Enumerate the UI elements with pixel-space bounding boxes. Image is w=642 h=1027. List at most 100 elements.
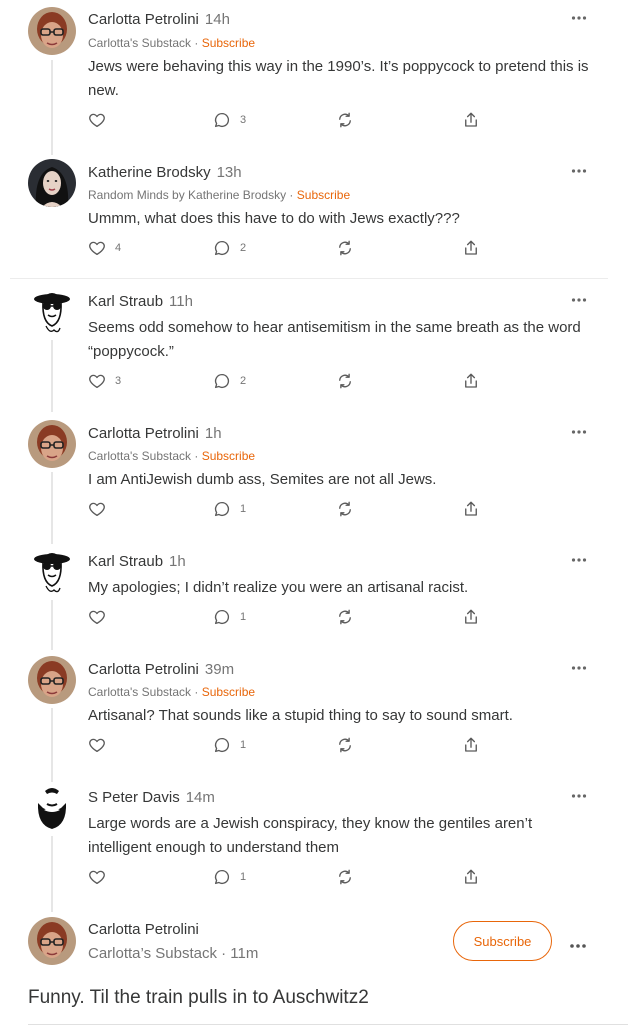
restack-icon bbox=[336, 111, 354, 129]
restack-button[interactable] bbox=[336, 110, 354, 130]
share-button[interactable] bbox=[462, 371, 480, 391]
like-button[interactable] bbox=[88, 607, 106, 627]
publication-row: Random Minds by Katherine Brodsky · Subs… bbox=[88, 187, 350, 203]
separator-dot: · bbox=[286, 188, 297, 202]
comment-icon bbox=[213, 111, 231, 129]
reply-button[interactable]: 1 bbox=[213, 867, 246, 887]
like-count: 4 bbox=[115, 242, 122, 254]
carlotta-avatar[interactable] bbox=[28, 7, 76, 55]
share-button[interactable] bbox=[462, 499, 480, 519]
carlotta-avatar[interactable] bbox=[28, 420, 76, 468]
more-options-icon[interactable] bbox=[571, 793, 589, 803]
more-options-icon[interactable] bbox=[569, 936, 587, 954]
katherine-avatar[interactable] bbox=[28, 159, 76, 207]
more-options-icon[interactable] bbox=[571, 557, 589, 567]
comment-time[interactable]: 1h bbox=[205, 425, 222, 442]
publication-name[interactable]: Carlotta's Substack bbox=[88, 685, 191, 699]
comment-author[interactable]: Carlotta Petrolini bbox=[88, 920, 199, 940]
comment-time[interactable]: 39m bbox=[205, 661, 234, 678]
share-button[interactable] bbox=[462, 238, 480, 258]
like-button[interactable] bbox=[88, 110, 106, 130]
comment-time[interactable]: 14m bbox=[186, 789, 215, 806]
comment-author[interactable]: Carlotta Petrolini bbox=[88, 11, 199, 28]
publication-name[interactable]: Carlotta's Substack bbox=[88, 449, 191, 463]
reply-button[interactable]: 2 bbox=[213, 371, 246, 391]
comment-icon bbox=[213, 868, 231, 886]
reply-button[interactable]: 3 bbox=[213, 110, 246, 130]
like-count: 3 bbox=[115, 375, 122, 387]
thread-line bbox=[51, 60, 53, 155]
comment-actions: 1 bbox=[88, 499, 488, 519]
more-options-icon[interactable] bbox=[571, 665, 589, 675]
share-icon bbox=[462, 372, 480, 390]
like-button[interactable]: 4 bbox=[88, 238, 121, 258]
share-icon bbox=[462, 868, 480, 886]
comment-time[interactable]: 13h bbox=[217, 164, 242, 181]
reply-count: 2 bbox=[240, 242, 247, 254]
more-options-icon[interactable] bbox=[571, 297, 589, 307]
thread-line bbox=[51, 600, 53, 650]
reply-count: 1 bbox=[240, 739, 247, 751]
comment-author[interactable]: Katherine Brodsky bbox=[88, 164, 211, 181]
peter-avatar[interactable] bbox=[28, 784, 76, 832]
restack-button[interactable] bbox=[336, 238, 354, 258]
subscribe-link[interactable]: Subscribe bbox=[202, 685, 255, 699]
publication-row: Carlotta's Substack · Subscribe bbox=[88, 448, 255, 464]
comment-actions: 3 bbox=[88, 110, 488, 130]
more-options-icon[interactable] bbox=[571, 429, 589, 439]
reply-button[interactable]: 1 bbox=[213, 499, 246, 519]
heart-icon bbox=[88, 608, 106, 626]
comment-actions: 32 bbox=[88, 371, 488, 391]
publication-row: Carlotta's Substack · Subscribe bbox=[88, 684, 255, 700]
comment-icon bbox=[213, 736, 231, 754]
share-button[interactable] bbox=[462, 867, 480, 887]
carlotta-avatar[interactable] bbox=[28, 656, 76, 704]
subscribe-button[interactable]: Subscribe bbox=[453, 921, 552, 961]
comment-time[interactable]: 14h bbox=[205, 11, 230, 28]
reply-button[interactable]: 1 bbox=[213, 607, 246, 627]
share-button[interactable] bbox=[462, 110, 480, 130]
heart-icon bbox=[88, 372, 106, 390]
like-button[interactable] bbox=[88, 735, 106, 755]
reply-count: 1 bbox=[240, 503, 247, 515]
comment-time[interactable]: 1h bbox=[169, 553, 186, 570]
comment-body: I am AntiJewish dumb ass, Semites are no… bbox=[88, 471, 437, 488]
comment-body: Ummm, what does this have to do with Jew… bbox=[88, 210, 460, 227]
share-icon bbox=[462, 608, 480, 626]
reply-button[interactable]: 2 bbox=[213, 238, 246, 258]
comment-icon bbox=[213, 239, 231, 257]
more-options-icon[interactable] bbox=[571, 168, 589, 178]
like-button[interactable] bbox=[88, 499, 106, 519]
restack-button[interactable] bbox=[336, 735, 354, 755]
comment-time[interactable]: 11h bbox=[169, 293, 193, 310]
subscribe-link[interactable]: Subscribe bbox=[202, 36, 255, 50]
comment-body: Seems odd somehow to hear antisemitism i… bbox=[88, 319, 581, 360]
comment-author[interactable]: Karl Straub bbox=[88, 553, 163, 570]
publication-row: Carlotta's Substack · Subscribe bbox=[88, 35, 255, 51]
karl-avatar[interactable] bbox=[28, 548, 76, 596]
share-button[interactable] bbox=[462, 607, 480, 627]
subscribe-link[interactable]: Subscribe bbox=[297, 188, 350, 202]
comment-author[interactable]: Karl Straub bbox=[88, 293, 163, 310]
subscribe-link[interactable]: Subscribe bbox=[202, 449, 255, 463]
karl-avatar[interactable] bbox=[28, 288, 76, 336]
restack-button[interactable] bbox=[336, 371, 354, 391]
separator-dot: · bbox=[191, 685, 202, 699]
comment-author[interactable]: S Peter Davis bbox=[88, 789, 180, 806]
restack-button[interactable] bbox=[336, 867, 354, 887]
comment-author[interactable]: Carlotta Petrolini bbox=[88, 425, 199, 442]
restack-icon bbox=[336, 736, 354, 754]
restack-button[interactable] bbox=[336, 499, 354, 519]
more-options-icon[interactable] bbox=[571, 15, 589, 25]
like-button[interactable]: 3 bbox=[88, 371, 121, 391]
carlotta-avatar[interactable] bbox=[28, 917, 76, 965]
comment-author[interactable]: Carlotta Petrolini bbox=[88, 661, 199, 678]
publication-name[interactable]: Carlotta's Substack bbox=[88, 36, 191, 50]
heart-icon bbox=[88, 868, 106, 886]
restack-button[interactable] bbox=[336, 607, 354, 627]
like-button[interactable] bbox=[88, 867, 106, 887]
share-button[interactable] bbox=[462, 735, 480, 755]
restack-icon bbox=[336, 239, 354, 257]
reply-button[interactable]: 1 bbox=[213, 735, 246, 755]
publication-name[interactable]: Random Minds by Katherine Brodsky bbox=[88, 188, 286, 202]
